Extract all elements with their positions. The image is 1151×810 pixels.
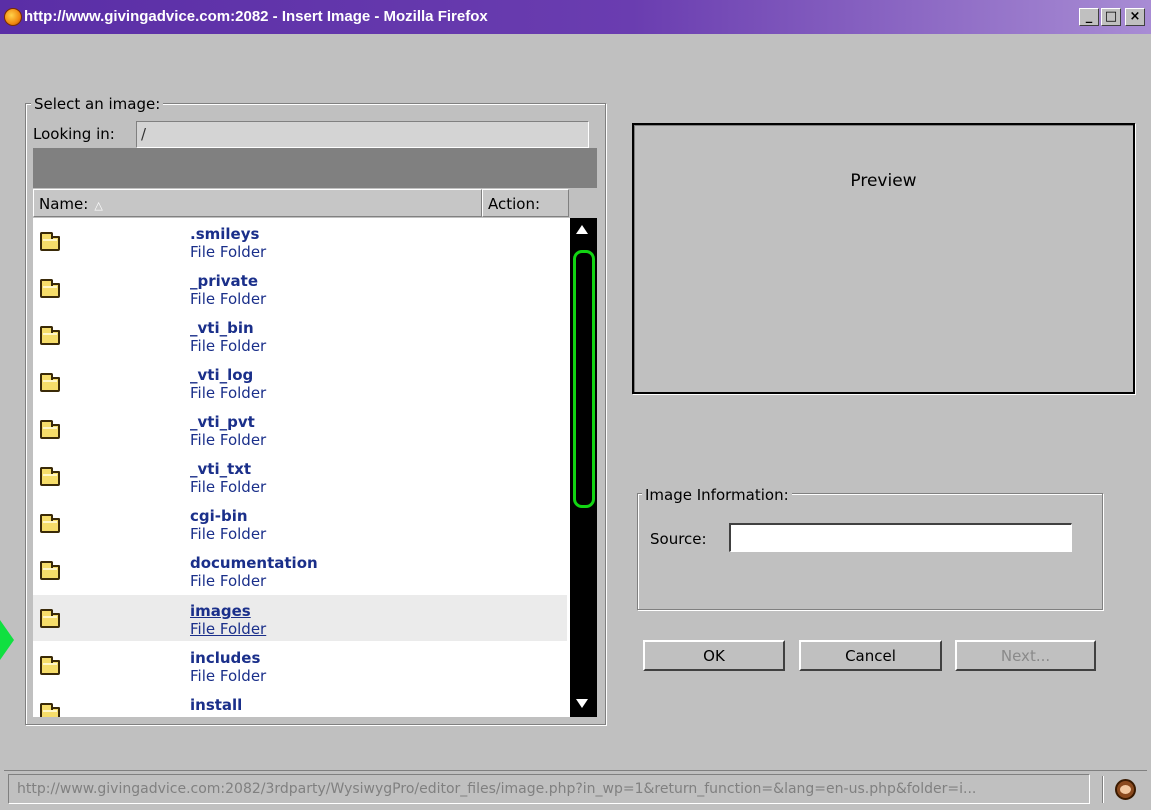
- file-name-link[interactable]: _vti_log: [190, 367, 253, 384]
- folder-icon: [40, 232, 60, 251]
- file-row-selected[interactable]: images File Folder: [33, 595, 567, 641]
- file-name-link[interactable]: .smileys: [190, 226, 259, 243]
- file-name-link[interactable]: _vti_bin: [190, 320, 254, 337]
- status-url-text: http://www.givingadvice.com:2082/3rdpart…: [8, 774, 1090, 804]
- file-row[interactable]: documentation File Folder: [33, 547, 567, 593]
- file-name-link[interactable]: documentation: [190, 555, 318, 572]
- status-separator: [1102, 776, 1104, 803]
- greasemonkey-icon[interactable]: [1115, 779, 1136, 800]
- file-name-link[interactable]: cgi-bin: [190, 508, 248, 525]
- file-row[interactable]: _vti_log File Folder: [33, 359, 567, 405]
- image-information-legend: Image Information:: [642, 486, 792, 504]
- file-name-link[interactable]: install: [190, 697, 242, 714]
- preview-pane: [632, 123, 1135, 394]
- maximize-button[interactable]: □: [1101, 8, 1121, 26]
- preview-label: Preview: [850, 171, 917, 191]
- cancel-button[interactable]: Cancel: [799, 640, 942, 671]
- file-name-link[interactable]: _vti_txt: [190, 461, 251, 478]
- file-type[interactable]: File Folder: [190, 385, 266, 402]
- file-type[interactable]: File Folder: [190, 244, 266, 261]
- file-type[interactable]: File Folder: [190, 479, 266, 496]
- file-type[interactable]: File Folder: [190, 621, 266, 638]
- scroll-up-arrow-icon[interactable]: [576, 225, 588, 234]
- scrollbar-thumb[interactable]: [573, 250, 595, 508]
- file-name-link[interactable]: includes: [190, 650, 260, 667]
- file-type[interactable]: File Folder: [190, 573, 266, 590]
- window-title: http://www.givingadvice.com:2082 - Inser…: [24, 8, 488, 25]
- folder-icon: [40, 514, 60, 533]
- folder-icon: [40, 420, 60, 439]
- close-button[interactable]: ×: [1125, 8, 1145, 26]
- firefox-icon: [4, 8, 22, 26]
- file-name-link[interactable]: images: [190, 603, 251, 620]
- scroll-down-arrow-icon[interactable]: [576, 699, 588, 708]
- column-header-name[interactable]: Name: △: [33, 189, 482, 217]
- looking-in-field: /: [136, 121, 589, 148]
- column-header-action: Action:: [482, 189, 569, 217]
- file-name-link[interactable]: _vti_pvt: [190, 414, 255, 431]
- looking-in-label: Looking in:: [33, 125, 115, 143]
- file-row[interactable]: cgi-bin File Folder: [33, 500, 567, 546]
- ok-button[interactable]: OK: [643, 640, 785, 671]
- folder-icon: [40, 326, 60, 345]
- folder-icon: [40, 279, 60, 298]
- file-name-link[interactable]: _private: [190, 273, 258, 290]
- browser-toolbar: [33, 148, 597, 188]
- file-type[interactable]: File Folder: [190, 338, 266, 355]
- folder-icon: [40, 609, 60, 628]
- file-row[interactable]: _vti_txt File Folder: [33, 453, 567, 499]
- file-row[interactable]: .smileys File Folder: [33, 218, 567, 264]
- next-button[interactable]: Next...: [955, 640, 1096, 671]
- column-name-label: Name:: [39, 195, 89, 213]
- file-list[interactable]: .smileys File Folder _private File Folde…: [33, 218, 570, 717]
- folder-icon: [40, 467, 60, 486]
- select-image-legend: Select an image:: [31, 95, 164, 113]
- folder-icon: [40, 373, 60, 392]
- folder-icon: [40, 703, 60, 717]
- folder-icon: [40, 656, 60, 675]
- file-row[interactable]: _private File Folder: [33, 265, 567, 311]
- pointer-arrow-icon: [0, 620, 14, 660]
- minimize-button[interactable]: _: [1079, 8, 1099, 26]
- file-row[interactable]: includes File Folder: [33, 642, 567, 688]
- file-type[interactable]: File Folder: [190, 432, 266, 449]
- file-type[interactable]: File Folder: [190, 668, 266, 685]
- source-input[interactable]: [729, 523, 1072, 552]
- folder-icon: [40, 561, 60, 580]
- file-type[interactable]: File Folder: [190, 291, 266, 308]
- file-type[interactable]: File Folder: [190, 526, 266, 543]
- file-row[interactable]: install: [33, 689, 567, 717]
- file-row[interactable]: _vti_pvt File Folder: [33, 406, 567, 452]
- sort-ascending-icon: △: [94, 199, 103, 212]
- source-label: Source:: [650, 530, 707, 548]
- file-row[interactable]: _vti_bin File Folder: [33, 312, 567, 358]
